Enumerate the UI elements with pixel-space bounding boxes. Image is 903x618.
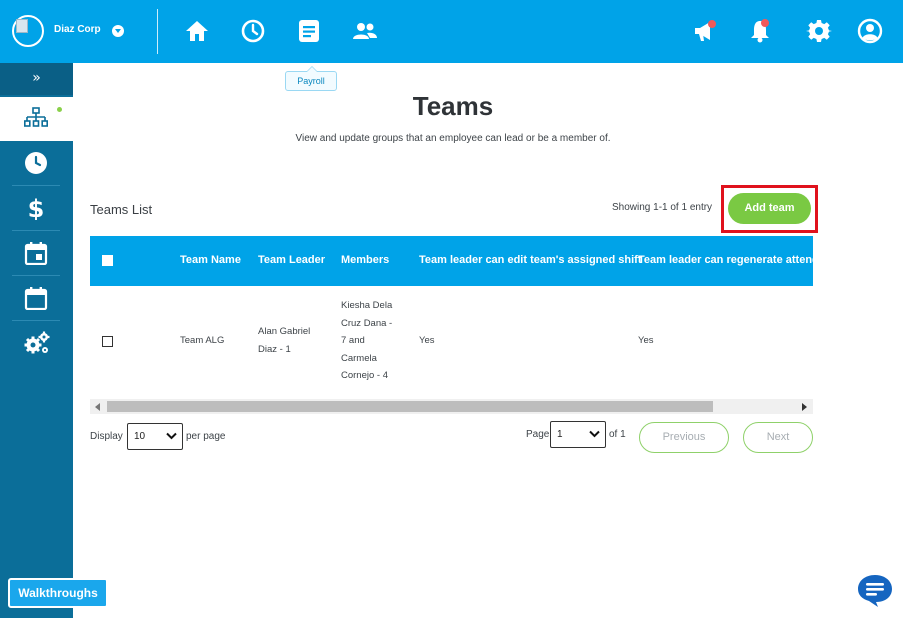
scrollbar-thumb[interactable] [107,401,713,412]
column-header-members[interactable]: Members [341,254,389,266]
horizontal-scrollbar[interactable] [90,399,813,414]
page-label: Page [526,429,550,440]
per-page-select[interactable]: 10 [127,423,183,450]
members-line: Cornejo - 4 [341,370,388,381]
chevron-down-icon [589,430,600,438]
people-icon[interactable] [352,18,378,44]
sidebar-item-time[interactable] [0,141,73,185]
page-title: Teams [412,91,494,121]
cell-edit-shift: Yes [419,335,435,346]
top-navigation-bar: Diaz Corp [0,0,903,63]
gear-icon[interactable] [806,18,832,44]
header-divider [157,9,158,54]
display-label: Display [90,431,123,442]
scroll-left-arrow-icon[interactable] [95,403,100,411]
org-chart-icon [24,107,48,127]
active-indicator-dot [57,107,62,112]
next-page-button[interactable]: Next [743,422,813,453]
page-subtitle: View and update groups that an employee … [295,133,611,144]
members-line: Kiesha Dela [341,300,393,311]
select-all-checkbox[interactable] [102,255,113,266]
table-header: Team Name Team Leader Members Team leade… [90,236,813,286]
cell-team-leader: Alan Gabriel Diaz - 1 [258,323,310,358]
walkthroughs-button[interactable]: Walkthroughs [8,578,108,608]
page-select[interactable]: 1 [550,421,606,448]
per-page-label: per page [186,431,226,442]
sidebar-item-schedule[interactable] [0,276,73,320]
clock-icon [25,152,47,174]
page-value: 1 [557,429,563,440]
chat-support-icon[interactable] [856,574,894,608]
members-line: Cruz Dana - [341,317,393,329]
entry-count: Showing 1-1 of 1 entry [612,202,713,213]
row-checkbox[interactable] [102,336,113,347]
svg-text:$: $ [28,196,45,220]
previous-page-button[interactable]: Previous [639,422,729,453]
sidebar-item-payroll[interactable]: $ [0,186,73,230]
chevron-down-icon [166,432,177,440]
teams-list-title: Teams List [90,202,153,217]
home-icon[interactable] [184,18,210,44]
cell-team-name: Team ALG [180,335,225,346]
bell-icon[interactable] [747,18,773,44]
document-icon[interactable] [296,18,322,44]
sidebar-item-settings[interactable] [0,321,73,365]
cell-regenerate-attendance: Yes [638,335,654,346]
team-leader-line: Alan Gabriel [258,326,311,337]
column-header-team-leader[interactable]: Team Leader [258,254,325,266]
sidebar: » $ [0,63,73,618]
sidebar-item-calendar[interactable] [0,231,73,275]
gears-icon [24,331,50,354]
column-header-edit-shift[interactable]: Team leader can edit team's assigned shi… [419,254,642,266]
members-line: Carmela [341,352,377,364]
company-logo[interactable] [12,15,44,47]
members-line: 7 and [341,335,365,346]
payroll-tooltip: Payroll [285,66,337,91]
sidebar-expand-button[interactable]: » [0,63,73,95]
team-leader-line: Diaz - 1 [258,343,291,355]
calendar-empty-icon [24,287,48,310]
page-total-label: of 1 [609,429,626,440]
column-header-team-name[interactable]: Team Name [180,254,241,266]
company-dropdown-icon[interactable] [112,25,124,37]
clock-icon[interactable] [240,18,266,44]
dollar-icon: $ [28,196,45,220]
calendar-icon [24,242,48,265]
sidebar-item-teams[interactable] [0,97,73,141]
user-icon[interactable] [857,18,883,44]
teams-table: Team Name Team Leader Members Team leade… [90,236,813,414]
scroll-right-arrow-icon[interactable] [802,403,807,411]
column-header-regenerate-attendance[interactable]: Team leader can regenerate attendanc [638,254,813,266]
add-team-button[interactable]: Add team [728,193,811,224]
company-name[interactable]: Diaz Corp [54,24,101,35]
per-page-value: 10 [134,431,146,442]
megaphone-icon[interactable] [692,18,718,44]
cell-members: Kiesha Dela Cruz Dana - 7 and Carmela Co… [341,297,392,385]
